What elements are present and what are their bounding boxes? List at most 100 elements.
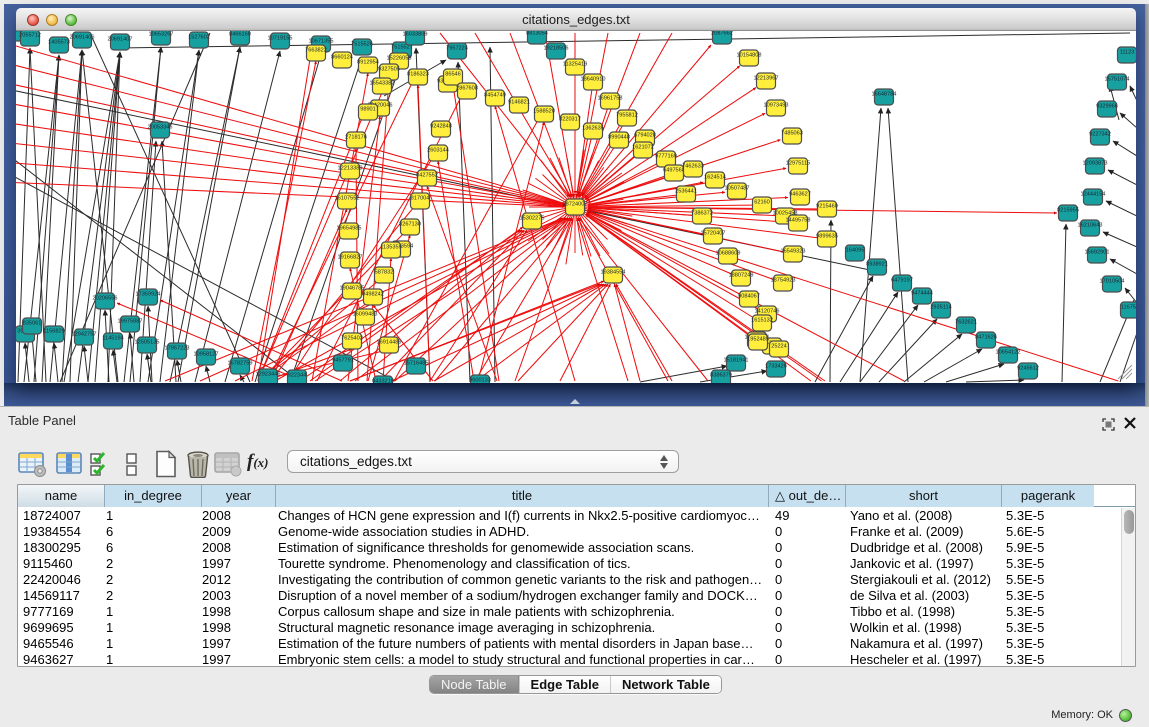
svg-text:10973493: 10973493 — [764, 103, 789, 109]
svg-text:20206556: 20206556 — [93, 296, 118, 302]
svg-text:8186323: 8186323 — [407, 72, 429, 78]
svg-text:817004: 817004 — [411, 196, 430, 202]
svg-text:8938921: 8938921 — [866, 262, 888, 268]
svg-text:10958127: 10958127 — [194, 352, 219, 358]
svg-text:7632621: 7632621 — [955, 320, 977, 326]
svg-text:9215460: 9215460 — [816, 204, 838, 210]
svg-text:9084067: 9084067 — [738, 294, 760, 300]
svg-text:1527602: 1527602 — [188, 35, 210, 41]
svg-text:25224: 25224 — [771, 344, 787, 350]
svg-text:18724007: 18724007 — [563, 202, 588, 208]
svg-text:1405573: 1405573 — [48, 40, 70, 46]
svg-text:7462633: 7462633 — [682, 164, 704, 170]
svg-text:12213389: 12213389 — [338, 166, 363, 172]
svg-text:7625402: 7625402 — [341, 336, 363, 342]
svg-text:62160: 62160 — [754, 200, 770, 206]
svg-text:9329966: 9329966 — [1096, 104, 1118, 110]
svg-text:19166827: 19166827 — [338, 255, 363, 261]
svg-text:10653267: 10653267 — [149, 32, 174, 38]
svg-text:15302275: 15302275 — [520, 216, 545, 222]
svg-text:98901: 98901 — [360, 107, 376, 113]
svg-text:9474444: 9474444 — [911, 291, 933, 297]
svg-text:19218506: 19218506 — [544, 46, 569, 52]
svg-text:10154808: 10154808 — [737, 53, 762, 59]
svg-text:2087662: 2087662 — [711, 31, 733, 37]
svg-text:10507487: 10507487 — [725, 186, 750, 192]
svg-text:2603144: 2603144 — [427, 148, 449, 154]
svg-text:19654985: 19654985 — [337, 226, 362, 232]
svg-text:15181941: 15181941 — [724, 358, 749, 364]
svg-text:1621072: 1621072 — [632, 145, 654, 151]
svg-text:7955812: 7955812 — [616, 113, 638, 119]
svg-text:12093873: 12093873 — [1083, 161, 1108, 167]
svg-text:8990448: 8990448 — [608, 135, 630, 141]
svg-text:7386372: 7386372 — [691, 211, 713, 217]
svg-text:1362635: 1362635 — [582, 126, 604, 132]
svg-text:1135359: 1135359 — [380, 245, 401, 251]
svg-text:12942757: 12942757 — [72, 332, 97, 338]
svg-text:10671355: 10671355 — [309, 39, 334, 45]
svg-text:15692901: 15692901 — [1085, 250, 1110, 256]
svg-text:9242848: 9242848 — [430, 124, 452, 130]
svg-text:1615132: 1615132 — [751, 318, 773, 324]
svg-text:16914489: 16914489 — [377, 340, 402, 346]
svg-text:7957224: 7957224 — [446, 46, 468, 52]
svg-text:19975887: 19975887 — [118, 319, 143, 325]
svg-text:7485063: 7485063 — [781, 131, 803, 137]
svg-text:9498242: 9498242 — [362, 292, 384, 298]
svg-text:1624514: 1624514 — [704, 175, 726, 181]
svg-text:2718176: 2718176 — [345, 135, 367, 141]
svg-text:14120746: 14120746 — [755, 309, 780, 315]
svg-text:17957223: 17957223 — [165, 346, 190, 352]
svg-text:16543382: 16543382 — [370, 81, 395, 87]
svg-text:1145194: 1145194 — [102, 336, 123, 342]
svg-text:1156829: 1156829 — [43, 329, 64, 335]
svg-text:7663822: 7663822 — [305, 48, 327, 54]
svg-text:164095: 164095 — [846, 248, 865, 254]
svg-text:922344: 922344 — [288, 373, 307, 379]
svg-text:8660124: 8660124 — [331, 55, 353, 61]
svg-text:16648784: 16648784 — [872, 92, 897, 98]
svg-text:10719155: 10719155 — [268, 36, 293, 42]
svg-text:835061: 835061 — [23, 321, 42, 327]
svg-text:20691406: 20691406 — [70, 35, 95, 41]
svg-text:19046785: 19046785 — [340, 286, 365, 292]
svg-text:587832: 587832 — [375, 270, 394, 276]
svg-text:6794028: 6794028 — [634, 133, 656, 139]
svg-text:8912954: 8912954 — [357, 60, 379, 66]
svg-text:12444154: 12444154 — [1081, 192, 1106, 198]
svg-text:6479197: 6479197 — [891, 278, 913, 284]
svg-text:86546: 86546 — [445, 72, 461, 78]
svg-text:8386379: 8386379 — [710, 373, 732, 379]
svg-text:9457791: 9457791 — [332, 358, 354, 364]
svg-text:10688609: 10688609 — [716, 251, 741, 257]
svg-text:1733426: 1733426 — [765, 364, 787, 370]
svg-text:16549323: 16549323 — [781, 249, 806, 255]
svg-text:16782759: 16782759 — [228, 361, 253, 367]
svg-text:15716485: 15716485 — [404, 361, 429, 367]
svg-text:20053346: 20053346 — [148, 125, 173, 131]
svg-text:8215955: 8215955 — [1057, 208, 1079, 214]
svg-text:9463627: 9463627 — [789, 192, 811, 198]
svg-text:9600133: 9600133 — [469, 378, 491, 384]
svg-text:1588520: 1588520 — [533, 109, 555, 115]
svg-text:12975115: 12975115 — [786, 161, 810, 167]
svg-text:8466160: 8466160 — [229, 32, 251, 38]
svg-text:20691407: 20691407 — [108, 37, 133, 43]
svg-text:15720407: 15720407 — [701, 231, 726, 237]
svg-text:10654122: 10654122 — [996, 350, 1021, 356]
svg-text:15226058: 15226058 — [387, 56, 412, 62]
svg-text:11325419: 11325419 — [563, 62, 587, 68]
svg-text:9245612: 9245612 — [1017, 366, 1039, 372]
svg-text:0433218: 0433218 — [372, 379, 394, 384]
svg-text:16210643: 16210643 — [1078, 223, 1103, 229]
svg-text:14495758: 14495758 — [786, 218, 811, 224]
svg-text:8813054: 8813054 — [526, 31, 548, 37]
svg-text:9327505: 9327505 — [378, 67, 400, 73]
svg-text:8267130: 8267130 — [399, 222, 421, 228]
svg-text:2536441: 2536441 — [675, 189, 697, 195]
svg-text:19384554: 19384554 — [601, 270, 626, 276]
svg-text:18807249: 18807249 — [729, 273, 754, 279]
svg-text:7515526: 7515526 — [351, 42, 373, 48]
svg-text:116753: 116753 — [1121, 305, 1136, 311]
